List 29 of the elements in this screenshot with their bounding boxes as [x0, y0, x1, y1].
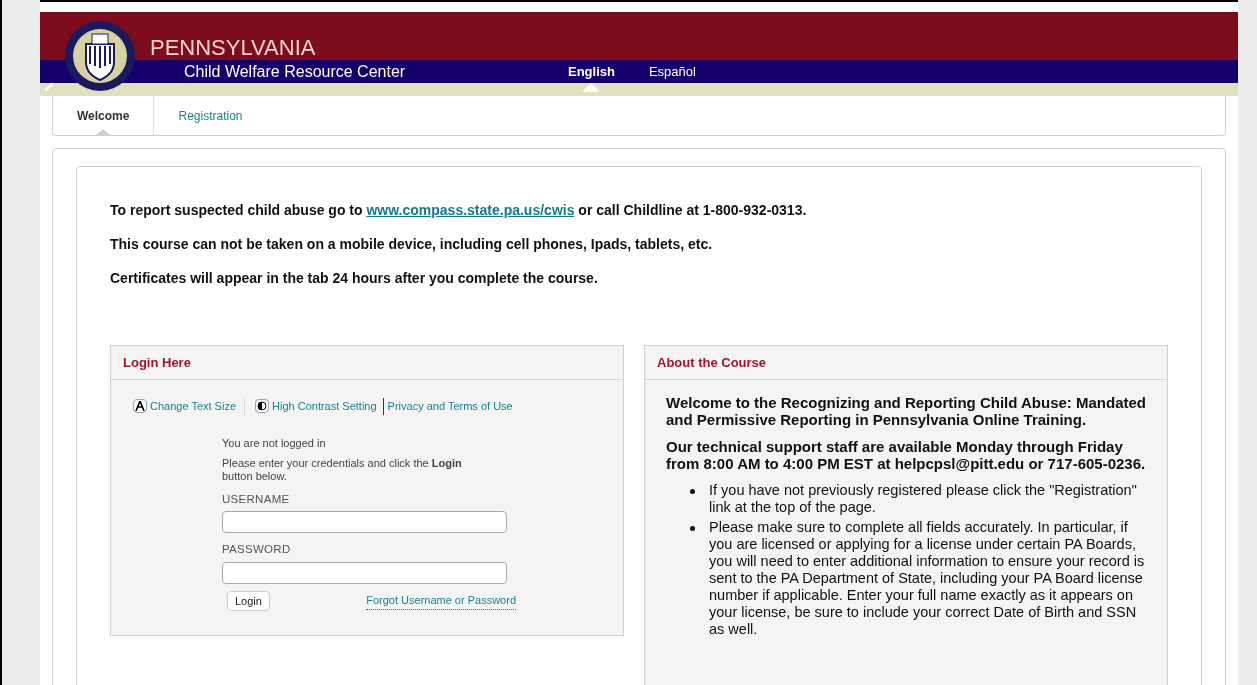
login-instructions: Please enter your credentials and click the Login button below. — [222, 457, 463, 483]
bullet-icon — [690, 526, 695, 531]
tool-link[interactable]: Change Text Size — [150, 398, 237, 415]
field-label: PASSWORD — [222, 542, 292, 558]
tool-link[interactable]: Privacy and Terms of Use — [387, 398, 513, 415]
field-label: USERNAME — [222, 492, 291, 507]
contrast-icon — [255, 399, 270, 414]
input-field[interactable] — [222, 561, 507, 584]
input-field[interactable] — [222, 511, 507, 534]
site-title: PENNSYLVANIA — [150, 37, 316, 60]
panel-title: Login Here — [123, 353, 191, 372]
language-link[interactable]: Español — [648, 61, 696, 82]
login-status: You are not logged in — [222, 435, 327, 451]
notice-text: This course can not be taken on a mobile device, including cell phones, Ipads, tablets, etc. — [110, 235, 714, 254]
about-paragraph: Welcome to the Recognizing and Reporting Child Abuse: Mandated and Permissive Reporting in Pennsylvania Online Training. — [666, 394, 1146, 428]
about-paragraph: Our technical support staff are available Monday through Friday from 8:00 AM to 4:00 PM EST at helpcpsl@pitt.edu or 717-605-0236. — [666, 438, 1146, 472]
bullet-text: If you have not previously registered please click the "Registration" link at the top of the page. — [709, 482, 1138, 516]
bullet-icon — [690, 489, 695, 494]
notice-text: To report suspected child abuse go to www.compass.state.pa.us/cwis or call Childline at 1-800-932-0313. — [110, 201, 808, 220]
bullet-text: Please make sure to complete all fields accurately. In particular, if you are licensed or applying for a license under certain PA Boards, you will need to enter additional information to ensure your record is sent to the PA Department of State, including your PA Board license number if applicable. Enter your full name exactly as it appears on your license, be sure to include your correct Date of Birth and SSN as well. — [709, 519, 1146, 638]
compass-link[interactable]: www.compass.state.pa.us/cwis — [366, 202, 575, 218]
notice-text: Certificates will appear in the tab 24 hours after you complete the course. — [110, 269, 599, 288]
login-button[interactable]: Login — [227, 590, 270, 611]
tool-link[interactable]: High Contrast Setting — [272, 398, 377, 415]
text-size-icon — [133, 399, 147, 414]
tab[interactable]: Registration — [154, 96, 267, 135]
tab[interactable]: Welcome — [53, 96, 155, 135]
forgot-link[interactable]: Forgot Username or Password — [366, 592, 516, 610]
panel-title: About the Course — [657, 353, 767, 372]
